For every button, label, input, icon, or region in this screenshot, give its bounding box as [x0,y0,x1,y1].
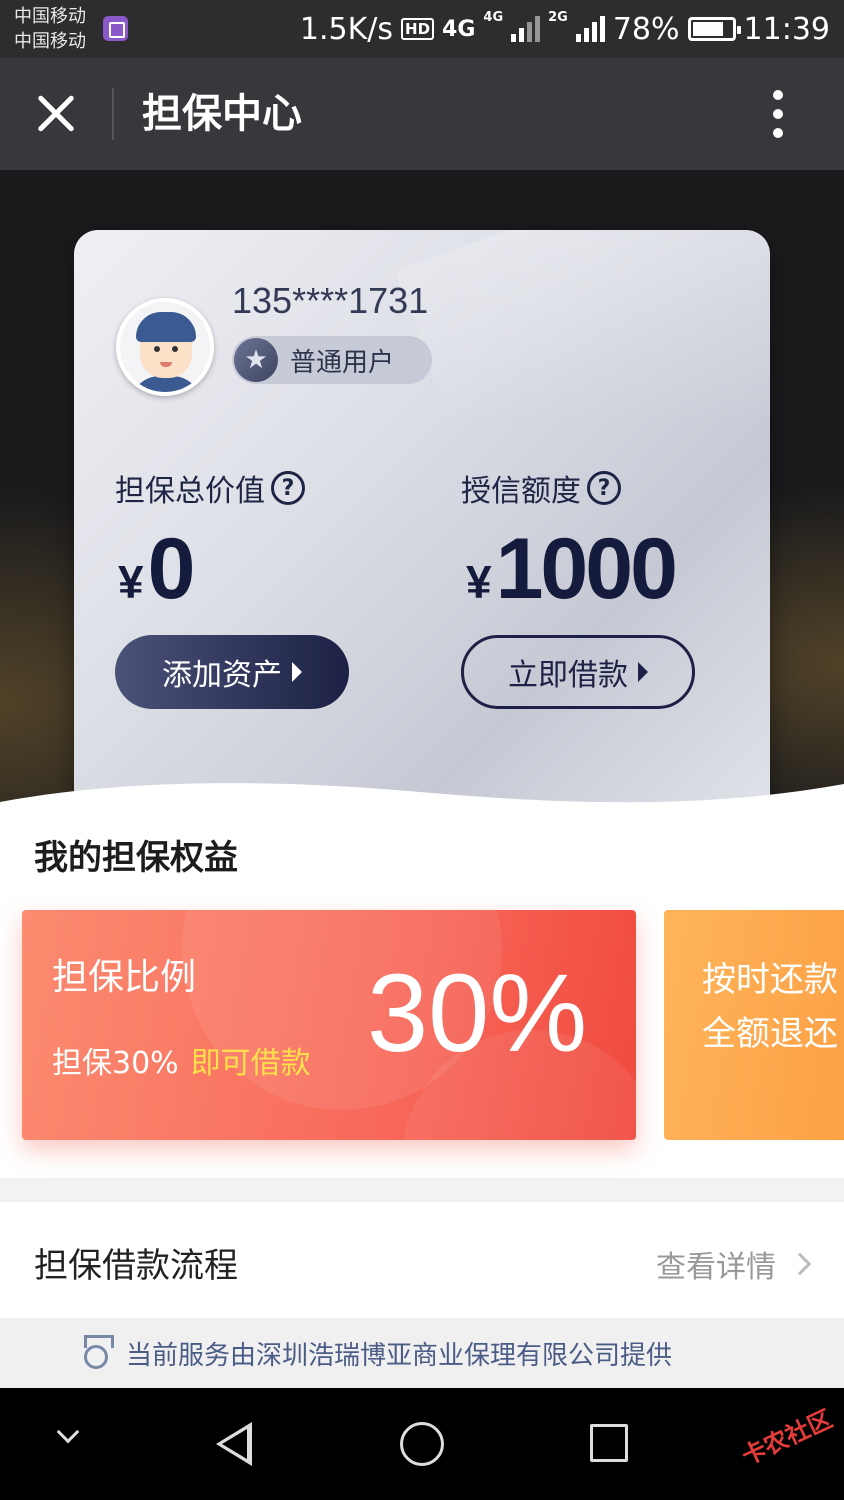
benefit-line-2: 全额退还 [702,1014,838,1054]
network-type-1: 4G [442,16,476,42]
add-asset-button[interactable]: 添加资产 [115,635,349,709]
borrow-now-label: 立即借款 [508,658,628,693]
watermark-logo: 卡农社区 [737,1404,837,1471]
chevron-right-icon [788,1252,812,1276]
star-icon: ★ [234,338,278,382]
credit-limit-label-text: 授信额度 [461,474,581,509]
help-icon[interactable]: ? [587,471,621,505]
hide-nav-icon[interactable] [56,1420,80,1444]
user-level-label: 普通用户 [290,347,395,378]
signal-icon-1 [511,16,541,42]
section-gap [0,1178,844,1202]
nav-bar: 担保中心 [0,58,844,170]
status-bar: 中国移动 中国移动 1.5K/s HD 4G 4G 2G 78% 11:39 [0,0,844,58]
more-vertical-icon[interactable] [764,88,792,140]
account-card: 135****1731 ★ 普通用户 担保总价值 ? ¥ 0 授信额度 ? ¥ … [74,230,770,850]
close-icon[interactable] [30,88,82,140]
status-indicators: 1.5K/s HD 4G 4G 2G 78% 11:39 [300,8,830,50]
borrow-now-button[interactable]: 立即借款 [461,635,695,709]
benefit-subtitle: 担保30% 即可借款 [52,1038,311,1082]
hd-icon: HD [401,18,435,40]
carrier-1: 中国移动 [14,6,86,27]
benefit-title: 担保比例 [52,957,197,998]
nav-divider [112,88,114,140]
benefits-title: 我的担保权益 [34,838,238,878]
back-icon[interactable] [216,1422,252,1466]
benefit-card-ratio[interactable]: 担保比例 担保30% 即可借款 30% [22,910,636,1140]
page-title: 担保中心 [142,91,302,137]
carrier-names: 中国移动 中国移动 [14,4,86,54]
help-icon[interactable]: ? [271,471,305,505]
benefit-sub-text: 担保30% [52,1046,179,1081]
carrier-2: 中国移动 [14,31,86,52]
total-value-number: 0 [147,521,196,617]
phone-number: 135****1731 [232,280,429,321]
service-provider-note: 当前服务由深圳浩瑞博亚商业保理有限公司提供 [0,1318,844,1388]
user-level-badge: ★ 普通用户 [232,336,432,384]
signal-icon-2 [575,16,605,42]
total-value-label-text: 担保总价值 [115,474,265,509]
benefit-card-refund[interactable]: 按时还款 全额退还 [664,910,844,1140]
network-speed: 1.5K/s [299,11,394,47]
gallery-notification-icon [103,16,128,41]
system-nav-bar: 卡农社区 [0,1388,844,1500]
home-icon[interactable] [400,1422,444,1466]
benefits-section: 我的担保权益 担保比例 担保30% 即可借款 30% 按时还款 全额退还 [0,820,844,1178]
triangle-right-icon [292,662,302,682]
benefit-percent: 30% [367,952,588,1075]
battery-percent: 78% [612,11,680,47]
network-type-2: 4G [483,10,504,25]
triangle-right-icon [638,662,648,682]
total-value: ¥ 0 [118,520,196,619]
process-title: 担保借款流程 [34,1246,238,1286]
credit-limit: ¥ 1000 [466,520,678,619]
credit-limit-label: 授信额度 ? [461,466,621,510]
currency-symbol: ¥ [466,556,492,608]
view-details-link[interactable]: 查看详情 [656,1242,776,1286]
total-value-label: 担保总价值 ? [115,466,305,510]
process-row[interactable]: 担保借款流程 查看详情 [0,1202,844,1318]
clock: 11:39 [743,11,830,47]
add-asset-label: 添加资产 [162,658,282,693]
benefit-line-1: 按时还款 [702,960,838,1000]
currency-symbol: ¥ [118,556,144,608]
medal-icon [80,1335,114,1371]
avatar [116,298,214,396]
benefit-highlight: 即可借款 [190,1046,311,1081]
service-provider-text: 当前服务由深圳浩瑞博亚商业保理有限公司提供 [126,1340,673,1371]
recent-apps-icon[interactable] [590,1424,628,1462]
network-type-3: 2G [548,10,568,25]
battery-icon [687,17,741,41]
credit-limit-number: 1000 [495,521,678,617]
